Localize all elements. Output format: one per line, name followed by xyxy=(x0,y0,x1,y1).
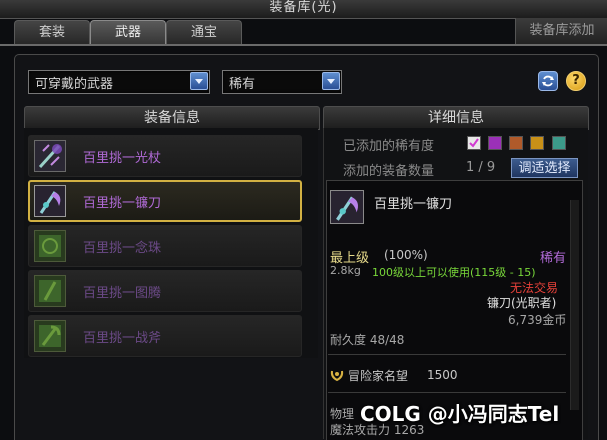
detail-info-header: 详细信息 xyxy=(323,106,589,130)
item-requirement: 100级以上可以使用(115级 - 15) xyxy=(372,266,536,279)
chevron-down-icon[interactable] xyxy=(322,72,340,90)
refresh-button[interactable] xyxy=(538,71,558,91)
item-weight: 2.8kg xyxy=(330,264,361,277)
item-durability: 耐久度 48/48 xyxy=(330,333,405,347)
rarity-swatch-epic[interactable] xyxy=(552,136,566,150)
stat-physical-label: 物理 xyxy=(330,407,355,421)
rarity-swatch-legendary[interactable] xyxy=(530,136,544,150)
chevron-down-icon[interactable] xyxy=(190,72,208,90)
totem-icon xyxy=(34,275,66,307)
tab-set[interactable]: 套装 xyxy=(14,20,90,45)
scythe-icon xyxy=(34,185,66,217)
scythe-icon xyxy=(330,190,364,224)
rarity-checkbox-checked[interactable] xyxy=(467,136,481,150)
item-rarity: 稀有 xyxy=(540,251,567,266)
item-name: 百里挑一念珠 xyxy=(83,241,162,256)
watermark: COLG @小冯同志Tel xyxy=(360,402,560,426)
item-type: 镰刀(光职者) xyxy=(487,296,557,310)
divider xyxy=(328,392,566,393)
list-item-light-scythe[interactable]: 百里挑一镰刀 xyxy=(28,180,302,222)
beads-icon xyxy=(34,230,66,262)
rarity-swatch-rare[interactable] xyxy=(488,136,502,150)
item-name: 百里挑一光杖 xyxy=(83,151,162,166)
list-item-light-beads[interactable]: 百里挑一念珠 xyxy=(28,225,302,267)
category-dropdown[interactable]: 可穿戴的武器 xyxy=(28,70,210,94)
checkmark-icon xyxy=(469,138,479,148)
tab-weapons[interactable]: 武器 xyxy=(90,20,166,45)
window-title: 装备库(光) xyxy=(269,0,338,15)
tab-divider xyxy=(0,44,607,46)
axe-icon xyxy=(34,320,66,352)
help-button[interactable]: ? xyxy=(566,71,586,91)
adjust-select-button[interactable]: 调适选择 xyxy=(511,158,578,178)
laurel-icon xyxy=(329,367,345,383)
rarity-swatch-unique[interactable] xyxy=(509,136,523,150)
tab-tongbao[interactable]: 通宝 xyxy=(166,20,242,45)
tooltip-scrollbar[interactable] xyxy=(570,200,579,410)
tooltip-item-name: 百里挑一镰刀 xyxy=(374,197,453,212)
added-count-label: 添加的装备数量 xyxy=(343,164,435,179)
tab-add-equipment[interactable]: 装备库添加 xyxy=(515,18,607,44)
rarity-dropdown-value: 稀有 xyxy=(229,77,256,92)
list-item-light-axe[interactable]: 百里挑一战斧 xyxy=(28,315,302,357)
item-price: 6,739金币 xyxy=(508,313,567,327)
rarity-dropdown[interactable]: 稀有 xyxy=(222,70,342,94)
item-name: 百里挑一战斧 xyxy=(83,331,162,346)
equipment-info-header: 装备信息 xyxy=(24,106,320,130)
category-dropdown-value: 可穿戴的武器 xyxy=(35,77,114,92)
question-icon: ? xyxy=(572,73,580,88)
divider xyxy=(328,354,566,355)
added-count-value: 1 / 9 xyxy=(466,160,496,175)
staff-icon xyxy=(34,140,66,172)
rarity-added-label: 已添加的稀有度 xyxy=(343,139,435,154)
item-name: 百里挑一图腾 xyxy=(83,286,162,301)
title-bar: 装备库(光) xyxy=(0,0,607,19)
reputation-value: 1500 xyxy=(427,368,458,382)
reputation-label: 冒险家名望 xyxy=(348,369,409,383)
list-item-light-staff[interactable]: 百里挑一光杖 xyxy=(28,135,302,177)
list-item-light-totem[interactable]: 百里挑一图腾 xyxy=(28,270,302,312)
refresh-icon xyxy=(542,75,554,87)
item-grade-percent: (100%) xyxy=(384,248,428,262)
item-name: 百里挑一镰刀 xyxy=(83,196,162,211)
